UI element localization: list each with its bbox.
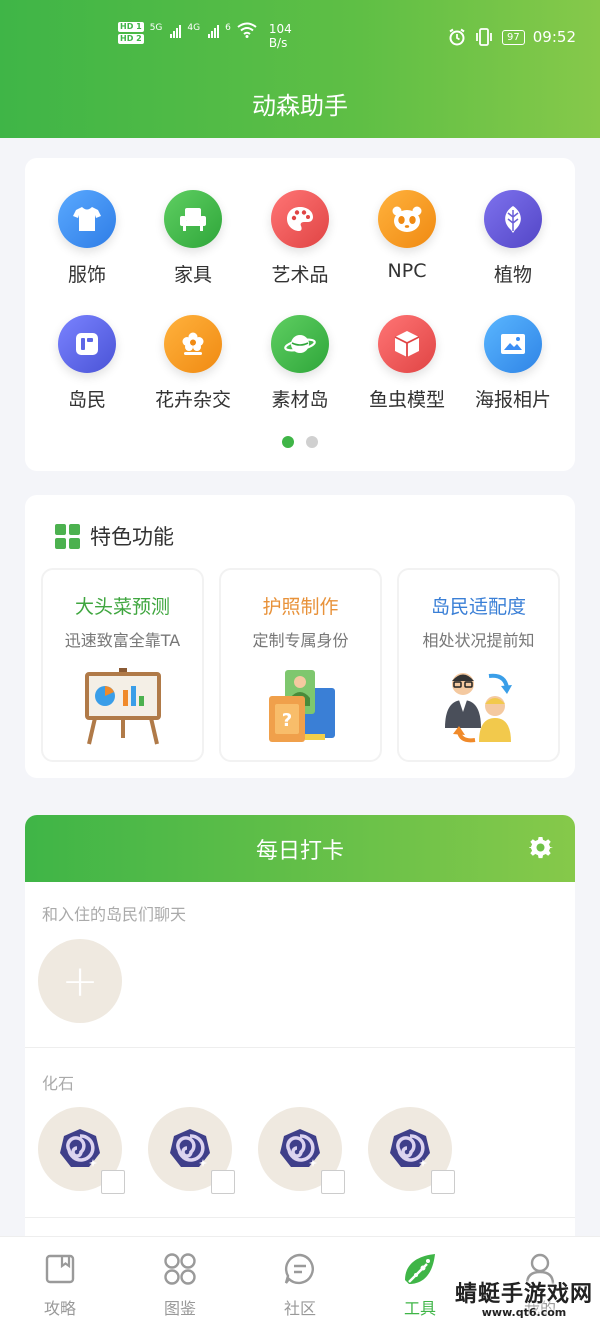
feature-villager-compatibility[interactable]: 岛民适配度 相处状况提前知 [397,568,560,762]
sim-indicators: HD 1 HD 2 [118,22,144,44]
vibrate-icon [476,28,492,46]
chat-icon [284,1253,314,1285]
feature-title: 护照制作 [262,596,339,618]
book-icon [45,1254,75,1284]
network-4g-label: 4G [187,23,201,33]
cube-icon [378,315,436,373]
network-5g-label: 5G [149,23,163,33]
fossil-icon [170,1129,210,1167]
category-label: 服饰 [67,264,106,286]
category-posters-photos[interactable]: 海报相片 [458,315,568,412]
category-furniture[interactable]: 家具 [138,190,248,287]
category-grid-card: 服饰 家具 艺术品 NPC 植物 岛民 花卉杂交 素材岛 鱼虫模型 海报相片 [25,158,575,471]
category-villagers[interactable]: 岛民 [32,315,142,412]
fossil-icon [390,1129,430,1167]
sim2-badge: HD 2 [118,34,144,44]
section-header: 特色功能 [55,521,174,551]
villager-icon [58,315,116,373]
alarm-icon [449,28,465,46]
category-flower-breeding[interactable]: 花卉杂交 [138,315,248,412]
section-label: 化石 [42,1074,75,1093]
page-title: 动森助手 [252,92,348,120]
panda-icon [378,190,436,248]
category-label: 花卉杂交 [154,389,231,411]
feature-turnip-prediction[interactable]: 大头菜预测 迅速致富全靠TA [41,568,204,762]
page-dot-active[interactable] [282,436,294,448]
feature-title: 大头菜预测 [74,596,170,618]
watermark-text: 蜻蜓手游戏网 [455,1282,594,1307]
feature-subtitle: 相处状况提前知 [422,631,535,650]
page-indicator [25,436,575,448]
add-villager-button[interactable]: + [38,939,122,1023]
speed-unit: B/s [268,36,288,50]
armchair-icon [164,190,222,248]
category-label: 艺术品 [271,264,329,286]
category-label: 植物 [493,264,532,286]
tab-label: 攻略 [43,1299,76,1318]
category-material-island[interactable]: 素材岛 [245,315,355,412]
fossil-icon [280,1129,320,1167]
fossil-checkbox[interactable] [431,1170,455,1194]
app-header: HD 1 HD 2 5G 4G 6 104 B/s 97 09:52 动森助手 [0,0,600,138]
status-bar: HD 1 HD 2 5G 4G 6 104 B/s 97 09:52 [0,20,600,60]
presentation-board-icon [84,668,161,745]
tool-leaf-icon [405,1254,435,1284]
speed-value: 104 [268,22,292,36]
page-dot[interactable] [306,436,318,448]
fossil-checkbox[interactable] [211,1170,235,1194]
category-clothing[interactable]: 服饰 [32,190,142,287]
signal-bars-icon [208,22,220,38]
category-label: 鱼虫模型 [368,389,445,411]
signal-bars-icon [170,22,182,38]
grid-icon [55,523,80,549]
feature-subtitle: 定制专属身份 [252,631,349,650]
category-artwork[interactable]: 艺术品 [245,190,355,287]
feature-passport-maker[interactable]: 护照制作 定制专属身份 ? [219,568,382,762]
daily-checkin-header: 每日打卡 [25,815,575,882]
featured-tools-card: 特色功能 大头菜预测 迅速致富全靠TA 护照制作 定制专属身份 ? 岛民适配度 … [25,495,575,778]
tab-label: 图鉴 [163,1299,196,1318]
watermark-url: www.qt6.com [481,1306,567,1319]
feature-subtitle: 迅速致富全靠TA [64,631,181,650]
svg-text:?: ? [281,710,291,731]
picture-icon [484,315,542,373]
daily-checkin-card: 每日打卡 和入住的岛民们聊天 + 化石 [25,815,575,1245]
passport-icon: ? [268,670,335,742]
catalog-icon [164,1253,196,1285]
shirt-icon [58,190,116,248]
category-label: 家具 [173,264,212,286]
tab-guides[interactable]: 攻略 [0,1249,120,1319]
gear-icon[interactable] [529,836,553,860]
feature-title: 岛民适配度 [430,596,526,618]
category-label: 素材岛 [271,389,329,411]
network-speed: 104 B/s [269,22,292,50]
flower-icon [164,315,222,373]
wifi-icon [237,22,257,38]
section-label: 和入住的岛民们聊天 [42,905,187,924]
category-label: NPC [387,260,427,282]
wifi-label: 6 [225,23,231,33]
category-plants[interactable]: 植物 [458,190,568,287]
fossil-checkbox[interactable] [101,1170,125,1194]
tab-catalog[interactable]: 图鉴 [120,1249,240,1319]
clock: 09:52 [532,28,576,46]
tab-label: 社区 [283,1299,316,1318]
category-label: 海报相片 [474,389,551,411]
category-npc[interactable]: NPC [352,190,462,282]
category-fish-bug-models[interactable]: 鱼虫模型 [352,315,462,412]
planet-icon [271,315,329,373]
daily-checkin-title: 每日打卡 [255,838,344,864]
battery-icon: 97 [502,29,525,45]
fossil-icon [60,1129,100,1167]
tab-community[interactable]: 社区 [240,1249,360,1319]
category-label: 岛民 [67,389,106,411]
sim1-badge: HD 1 [118,22,144,32]
fossil-checkbox[interactable] [321,1170,345,1194]
leaf-icon [484,190,542,248]
section-title: 特色功能 [90,525,174,549]
people-swap-icon [444,673,512,743]
watermark: 蜻蜓手游戏网 www.qt6.com [455,1276,593,1319]
palette-icon [271,190,329,248]
